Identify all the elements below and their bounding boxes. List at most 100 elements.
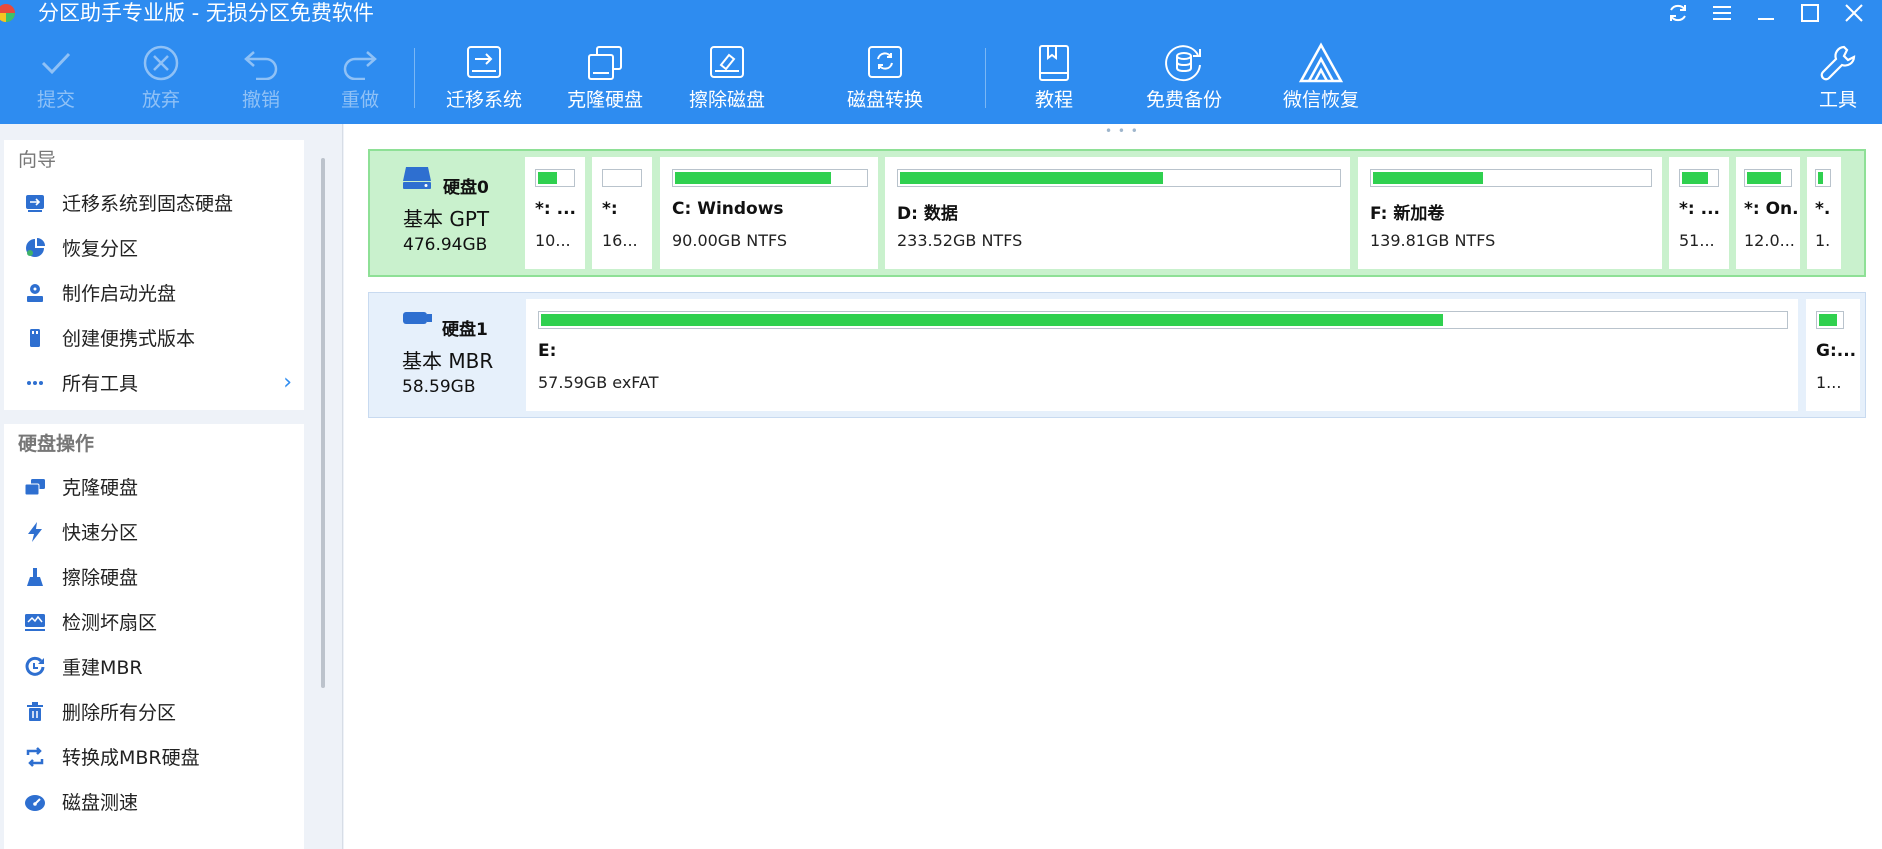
- partition-usage-fill: [1373, 172, 1484, 184]
- close-icon[interactable]: [1840, 0, 1868, 26]
- toolbar: 提交 放弃 撤销 重做 迁移系统 克隆硬盘 擦除磁盘 磁盘转换 教程 免费备份 …: [0, 40, 1882, 120]
- menu-icon[interactable]: [1708, 0, 1736, 26]
- partition-name: C: Windows: [672, 199, 784, 219]
- partition-usage-bar: [1816, 311, 1844, 329]
- discard-button[interactable]: 放弃: [141, 40, 181, 120]
- clone-disk-button[interactable]: 克隆硬盘: [567, 40, 643, 120]
- rebuild-mbr-icon: [22, 656, 48, 678]
- wrench-icon: [1818, 40, 1858, 86]
- sidebar-item-label: 检测坏扇区: [62, 612, 158, 634]
- sidebar-item-bootable-media[interactable]: 制作启动光盘: [4, 270, 304, 315]
- disk-0-row[interactable]: 硬盘0 基本 GPT 476.94GB *: ... 10... *: 16..…: [368, 149, 1866, 277]
- clone-disk-icon: [22, 476, 48, 498]
- undo-button[interactable]: 撤销: [241, 40, 281, 120]
- panel-divider[interactable]: [342, 124, 343, 849]
- wipe-disk-icon: [705, 40, 749, 86]
- partition-name: G:...: [1816, 341, 1857, 361]
- trash-icon: [22, 701, 48, 723]
- commit-button[interactable]: 提交: [36, 40, 76, 120]
- tutorial-button[interactable]: 教程: [1034, 40, 1074, 120]
- sidebar-item-rebuild-mbr[interactable]: 重建MBR: [4, 644, 304, 689]
- redo-icon: [341, 40, 379, 86]
- migrate-os-label: 迁移系统: [446, 89, 523, 111]
- disk-1-info[interactable]: 硬盘1 基本 MBR 58.59GB: [369, 293, 521, 417]
- partition-name: *:: [602, 199, 618, 219]
- disk-ops-panel: 硬盘操作 克隆硬盘 快速分区 擦除硬盘 检测坏扇区 重建MBR 删除所有分区 转…: [4, 424, 304, 849]
- partition-info: 233.52GB NTFS: [897, 231, 1023, 250]
- check-icon: [39, 40, 73, 86]
- chevron-right-icon: ›: [283, 370, 292, 395]
- hard-disk-icon: [402, 165, 432, 195]
- bad-sector-icon: [22, 611, 48, 633]
- disk-0-info[interactable]: 硬盘0 基本 GPT 476.94GB: [370, 151, 522, 275]
- sidebar-item-all-tools[interactable]: 所有工具 ›: [4, 360, 304, 405]
- sidebar-item-migrate-ssd[interactable]: 迁移系统到固态硬盘: [4, 180, 304, 225]
- app-logo-icon: [0, 0, 30, 26]
- partition-name: *: ...: [535, 199, 576, 219]
- guide-panel: 向导 迁移系统到固态硬盘 恢复分区 制作启动光盘 创建便携式版本 所有工具 ›: [4, 140, 304, 410]
- partition-name: *.: [1815, 199, 1831, 219]
- disk-convert-icon: [863, 40, 907, 86]
- minimize-icon[interactable]: [1752, 0, 1780, 26]
- partition-block[interactable]: *: ... 51...: [1669, 157, 1729, 269]
- partition-block[interactable]: *. 1.: [1807, 157, 1841, 269]
- partition-info: 1.: [1815, 231, 1831, 250]
- window-controls: [1664, 0, 1868, 26]
- partition-block[interactable]: *: 16...: [592, 157, 652, 269]
- disk-1-row[interactable]: 硬盘1 基本 MBR 58.59GB E: 57.59GB exFAT G:..…: [368, 292, 1866, 418]
- sidebar-item-quick-partition[interactable]: 快速分区: [4, 509, 304, 554]
- partition-block[interactable]: F: 新加卷 139.81GB NTFS: [1358, 157, 1662, 269]
- sidebar-item-clone-disk[interactable]: 克隆硬盘: [4, 464, 304, 509]
- partition-usage-bar: [535, 169, 575, 187]
- splitter-handle[interactable]: • • •: [1105, 124, 1139, 138]
- migrate-ssd-icon: [22, 192, 48, 214]
- sidebar-item-wipe-disk[interactable]: 擦除硬盘: [4, 554, 304, 599]
- disk-convert-button[interactable]: 磁盘转换: [847, 40, 924, 120]
- recover-partition-icon: [22, 237, 48, 259]
- sidebar-item-bad-sector[interactable]: 检测坏扇区: [4, 599, 304, 644]
- disk-size: 476.94GB: [403, 235, 488, 255]
- partition-name: F: 新加卷: [1370, 204, 1445, 224]
- partition-usage-fill: [1818, 172, 1823, 184]
- partition-usage-bar: [1370, 169, 1652, 187]
- sidebar-item-label: 迁移系统到固态硬盘: [62, 193, 234, 215]
- disk-name: 硬盘0: [443, 178, 489, 198]
- maximize-icon[interactable]: [1796, 0, 1824, 26]
- sidebar-item-label: 创建便携式版本: [62, 328, 196, 350]
- sidebar-item-recover-partition[interactable]: 恢复分区: [4, 225, 304, 270]
- partition-block[interactable]: E: 57.59GB exFAT: [526, 299, 1798, 411]
- free-backup-label: 免费备份: [1146, 89, 1223, 111]
- discard-icon: [142, 40, 180, 86]
- wechat-recovery-button[interactable]: 微信恢复: [1283, 40, 1359, 120]
- sidebar-item-disk-speed[interactable]: 磁盘测速: [4, 779, 304, 824]
- refresh-icon[interactable]: [1664, 0, 1692, 26]
- partition-block[interactable]: *: ... 10...: [525, 157, 585, 269]
- book-icon: [1034, 40, 1074, 86]
- partition-info: 57.59GB exFAT: [538, 373, 659, 392]
- partition-block[interactable]: D: 数据 233.52GB NTFS: [885, 157, 1350, 269]
- toolbar-separator: [414, 48, 415, 108]
- disk-type: 基本 MBR: [402, 349, 494, 373]
- wipe-disk-label: 擦除磁盘: [689, 89, 766, 111]
- disk-convert-label: 磁盘转换: [847, 89, 924, 111]
- partition-block[interactable]: *: On... 12.0...: [1736, 157, 1800, 269]
- partition-usage-fill: [1819, 314, 1837, 326]
- redo-button[interactable]: 重做: [340, 40, 380, 120]
- undo-icon: [242, 40, 280, 86]
- wipe-disk-button[interactable]: 擦除磁盘: [689, 40, 766, 120]
- free-backup-button[interactable]: 免费备份: [1146, 40, 1223, 120]
- sidebar-scrollbar[interactable]: [321, 158, 325, 688]
- partition-block[interactable]: G:... 1...: [1806, 299, 1860, 411]
- sidebar-item-portable-version[interactable]: 创建便携式版本: [4, 315, 304, 360]
- tools-button[interactable]: 工具: [1818, 40, 1858, 120]
- partition-block[interactable]: C: Windows 90.00GB NTFS: [660, 157, 878, 269]
- sidebar: 向导 迁移系统到固态硬盘 恢复分区 制作启动光盘 创建便携式版本 所有工具 › …: [0, 124, 344, 849]
- disk-size: 58.59GB: [402, 377, 476, 397]
- partition-name: *: On...: [1744, 199, 1798, 219]
- sidebar-item-delete-all-partitions[interactable]: 删除所有分区: [4, 689, 304, 734]
- disk-type: 基本 GPT: [403, 207, 490, 231]
- migrate-os-button[interactable]: 迁移系统: [446, 40, 523, 120]
- sidebar-item-convert-mbr[interactable]: 转换成MBR硬盘: [4, 734, 304, 779]
- wechat-recovery-icon: [1297, 40, 1345, 86]
- toolbar-separator: [985, 48, 986, 108]
